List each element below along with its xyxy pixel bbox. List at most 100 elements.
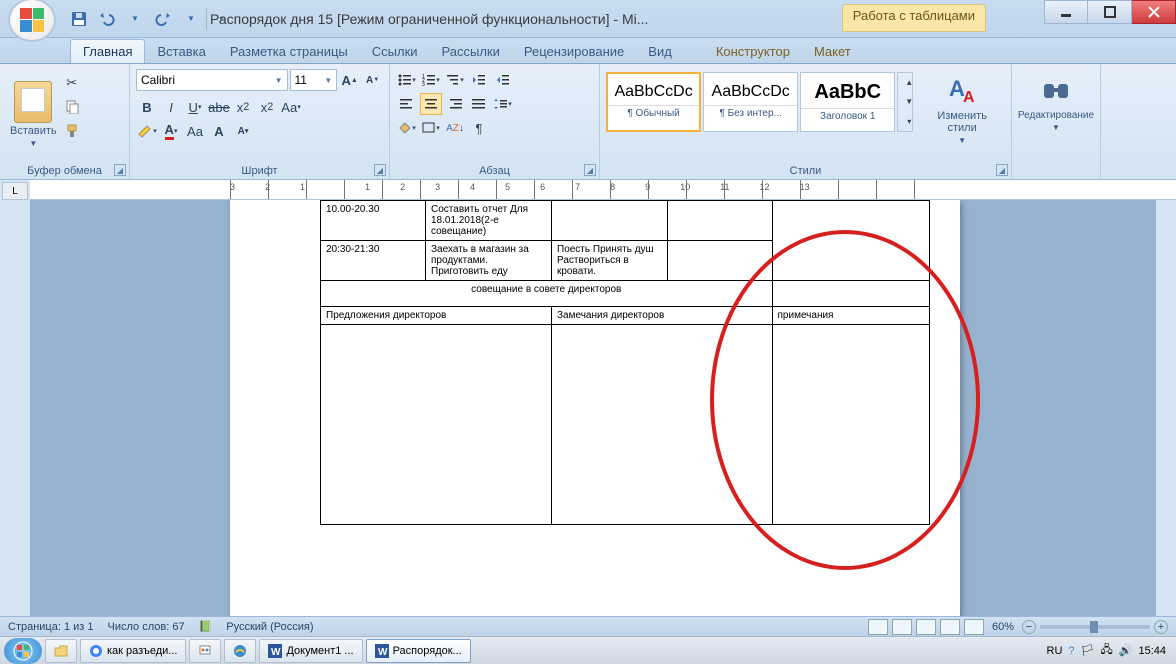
table-cell[interactable]: Составить отчет Для 18.01.2018(2-е совещ…	[426, 201, 552, 241]
paste-button[interactable]: Вставить ▼	[6, 68, 61, 160]
change-styles-button[interactable]: AA Изменить стили ▼	[919, 72, 1005, 147]
clipboard-dialog-launcher[interactable]: ◢	[114, 164, 126, 176]
tab-design[interactable]: Конструктор	[704, 40, 802, 63]
start-button[interactable]	[4, 638, 42, 664]
multilevel-icon[interactable]: ▾	[444, 69, 466, 91]
view-outline-icon[interactable]	[940, 619, 960, 635]
line-spacing-icon[interactable]: ▾	[492, 93, 514, 115]
strikethrough-icon[interactable]: abe	[208, 96, 230, 118]
justify-icon[interactable]	[468, 93, 490, 115]
status-page[interactable]: Страница: 1 из 1	[8, 621, 94, 633]
styles-dialog-launcher[interactable]: ◢	[996, 164, 1008, 176]
task-word1[interactable]: WДокумент1 ...	[259, 639, 362, 663]
change-case-icon[interactable]: Aa▾	[280, 96, 302, 118]
status-language[interactable]: Русский (Россия)	[226, 621, 313, 633]
tab-home[interactable]: Главная	[70, 39, 145, 63]
styles-up-icon[interactable]: ▲	[898, 73, 920, 92]
tab-page-layout[interactable]: Разметка страницы	[218, 40, 360, 63]
shrink-font2-icon[interactable]: A▾	[232, 120, 254, 142]
cut-icon[interactable]: ✂	[61, 72, 83, 94]
tray-help-icon[interactable]: ?	[1068, 645, 1074, 657]
save-icon[interactable]	[66, 8, 92, 30]
superscript-icon[interactable]: x2	[256, 96, 278, 118]
table-cell[interactable]	[321, 325, 552, 525]
close-button[interactable]	[1132, 0, 1176, 24]
maximize-button[interactable]	[1088, 0, 1132, 24]
table-row[interactable]	[321, 325, 930, 525]
highlight-icon[interactable]: ▾	[136, 120, 158, 142]
underline-icon[interactable]: U▾	[184, 96, 206, 118]
font-color-icon[interactable]: A▾	[160, 120, 182, 142]
grow-font-icon[interactable]: A▲	[339, 69, 360, 91]
undo-icon[interactable]	[94, 8, 120, 30]
sort-icon[interactable]: AZ↓	[444, 117, 466, 139]
grow-font2-icon[interactable]: A	[208, 120, 230, 142]
borders-icon[interactable]: ▾	[420, 117, 442, 139]
decrease-indent-icon[interactable]	[468, 69, 490, 91]
italic-icon[interactable]: I	[160, 96, 182, 118]
style-no-spacing[interactable]: AaBbCcDc ¶ Без интер...	[703, 72, 798, 132]
style-heading1[interactable]: AaBbC Заголовок 1	[800, 72, 895, 132]
zoom-out-icon[interactable]: −	[1022, 620, 1036, 634]
tray-network-icon[interactable]: 🖧	[1101, 641, 1113, 660]
style-normal[interactable]: AaBbCcDc ¶ Обычный	[606, 72, 701, 132]
table-row[interactable]: совещание в совете директоров	[321, 281, 930, 307]
table-cell[interactable]: примечания	[772, 307, 930, 325]
table-row[interactable]: Предложения директоров Замечания директо…	[321, 307, 930, 325]
zoom-slider[interactable]	[1040, 625, 1150, 629]
tab-layout[interactable]: Макет	[802, 40, 863, 63]
view-full-screen-icon[interactable]	[892, 619, 912, 635]
shading-icon[interactable]: ▾	[396, 117, 418, 139]
tab-view[interactable]: Вид	[636, 40, 684, 63]
bold-icon[interactable]: B	[136, 96, 158, 118]
document-table[interactable]: 10.00-20.30 Составить отчет Для 18.01.20…	[320, 200, 930, 525]
task-explorer[interactable]	[45, 639, 77, 663]
task-paint[interactable]	[189, 639, 221, 663]
redo-icon[interactable]	[150, 8, 176, 30]
task-ie[interactable]	[224, 639, 256, 663]
font-name-combo[interactable]: Calibri▼	[136, 69, 288, 91]
increase-indent-icon[interactable]	[492, 69, 514, 91]
table-cell[interactable]: 20:30-21:30	[321, 241, 426, 281]
format-painter-icon[interactable]	[61, 120, 83, 142]
qat-dropdown2-icon[interactable]: ▼	[178, 8, 204, 30]
font-dialog-launcher[interactable]: ◢	[374, 164, 386, 176]
table-cell[interactable]	[552, 201, 668, 241]
shrink-font-icon[interactable]: A▼	[362, 69, 383, 91]
table-cell[interactable]	[772, 325, 930, 525]
task-word2[interactable]: WРаспорядок...	[366, 639, 471, 663]
zoom-value[interactable]: 60%	[992, 621, 1014, 633]
table-cell[interactable]: Поесть Принять душ Раствориться в кроват…	[552, 241, 668, 281]
tab-review[interactable]: Рецензирование	[512, 40, 636, 63]
show-marks-icon[interactable]: ¶	[468, 117, 490, 139]
page[interactable]: 10.00-20.30 Составить отчет Для 18.01.20…	[230, 200, 960, 616]
table-cell[interactable]: Предложения директоров	[321, 307, 552, 325]
table-cell[interactable]	[667, 201, 772, 241]
view-print-layout-icon[interactable]	[868, 619, 888, 635]
tab-insert[interactable]: Вставка	[145, 40, 217, 63]
clear-formatting-icon[interactable]: Aa	[184, 120, 206, 142]
office-button[interactable]	[8, 0, 56, 42]
tab-references[interactable]: Ссылки	[360, 40, 430, 63]
numbering-icon[interactable]: 123▾	[420, 69, 442, 91]
qat-dropdown-icon[interactable]: ▼	[122, 8, 148, 30]
copy-icon[interactable]	[61, 96, 83, 118]
styles-more-icon[interactable]: ▾	[898, 112, 920, 131]
table-row[interactable]: 10.00-20.30 Составить отчет Для 18.01.20…	[321, 201, 930, 241]
tray-flag-icon[interactable]: 🏳	[1081, 644, 1095, 657]
align-center-icon[interactable]	[420, 93, 442, 115]
styles-down-icon[interactable]: ▼	[898, 92, 920, 111]
table-cell[interactable]: Заехать в магазин за продуктами. Пригото…	[426, 241, 552, 281]
status-words[interactable]: Число слов: 67	[108, 621, 185, 633]
tray-volume-icon[interactable]: 🔊	[1119, 644, 1133, 657]
table-cell[interactable]	[667, 241, 772, 281]
status-proofing-icon[interactable]: 📗	[199, 620, 213, 633]
table-cell[interactable]: совещание в совете директоров	[321, 281, 773, 307]
table-cell[interactable]: 10.00-20.30	[321, 201, 426, 241]
minimize-button[interactable]	[1044, 0, 1088, 24]
document-area[interactable]: 7891011121314151617 10.00-20.30 Составит…	[30, 200, 1156, 616]
tab-mailings[interactable]: Рассылки	[430, 40, 512, 63]
table-cell[interactable]	[552, 325, 773, 525]
bullets-icon[interactable]: ▾	[396, 69, 418, 91]
tray-time[interactable]: 15:44	[1138, 645, 1166, 657]
